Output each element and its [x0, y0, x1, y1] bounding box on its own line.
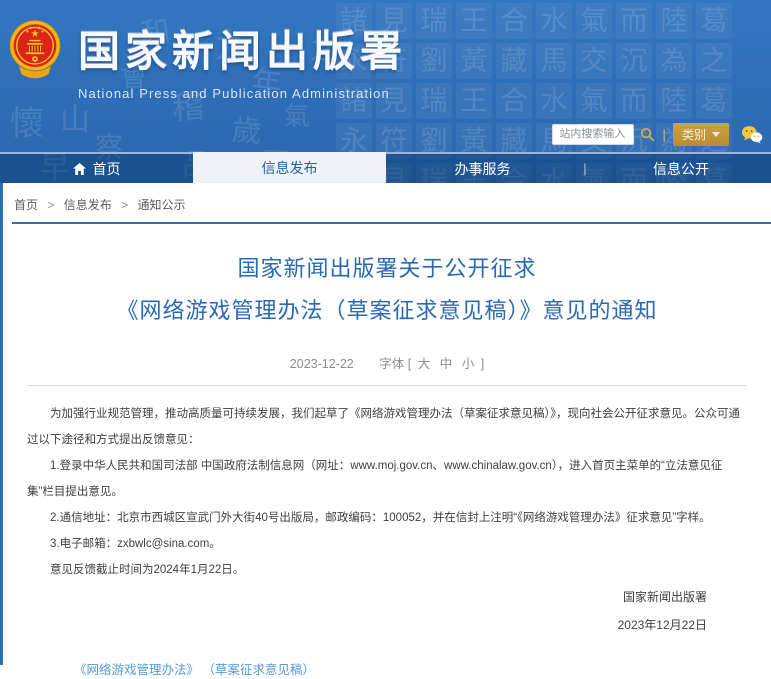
search-bar: | 类别: [552, 122, 763, 146]
paragraph: 3.电子邮箱：zxbwlc@sina.com。: [27, 531, 747, 557]
category-dropdown[interactable]: 类别: [673, 123, 729, 146]
breadcrumb-current-page: 通知公示: [137, 198, 185, 212]
nav-item-info-disclosure[interactable]: 信息公开: [591, 154, 771, 183]
wechat-icon[interactable]: [741, 125, 763, 144]
header-main: 国家新闻出版署 National Press and Publication A…: [0, 0, 771, 152]
national-emblem-icon: [8, 18, 62, 84]
signature-block: 国家新闻出版署 2023年12月22日: [27, 583, 747, 639]
nav-item-label: 办事服务: [455, 159, 511, 179]
meta-rule: [27, 385, 747, 386]
signature-date: 2023年12月22日: [27, 611, 707, 639]
article-body: 为加强行业规范管理，推动高质量可持续发展，我们起草了《网络游戏管理办法（草案征求…: [27, 401, 747, 583]
font-size-bracket-open: [: [408, 357, 411, 371]
font-size-small-button[interactable]: 小: [462, 357, 475, 371]
breadcrumb-separator: >: [121, 198, 128, 212]
breadcrumb-info-release-link[interactable]: 信息发布: [64, 198, 112, 212]
font-size-medium-button[interactable]: 中: [440, 357, 453, 371]
nav-item-label: 信息发布: [262, 158, 318, 178]
signature-org: 国家新闻出版署: [27, 583, 707, 611]
home-icon: [73, 163, 86, 175]
paragraph: 意见反馈截止时间为2024年1月22日。: [27, 557, 747, 583]
main-nav: 首页 信息发布 办事服务 | 信息公开: [0, 152, 771, 183]
paragraph: 2.通信地址：北京市西城区宣武门外大街40号出版局，邮政编码：100052，并在…: [27, 505, 747, 531]
article: 国家新闻出版署关于公开征求 《网络游戏管理办法（草案征求意见稿）》意见的通知 2…: [3, 248, 771, 679]
breadcrumb-home-link[interactable]: 首页: [14, 198, 38, 212]
attachment-link[interactable]: 《网络游戏管理办法》 （草案征求意见稿）: [74, 659, 315, 678]
content-area: 首页 > 信息发布 > 通知公示 国家新闻出版署关于公开征求 《网络游戏管理办法…: [0, 183, 771, 665]
nav-item-home[interactable]: 首页: [0, 154, 193, 183]
publish-date: 2023-12-22: [290, 357, 354, 371]
breadcrumb-separator: >: [47, 198, 54, 212]
search-divider: |: [662, 126, 666, 142]
category-label: 类别: [682, 126, 706, 143]
font-size-label: 字体: [379, 357, 404, 371]
site-header: 諸見瑞王合水氣而陸葛永符劉黃藏馬交沉為之諸見瑞王合水氣而陸葛永符劉黃藏馬交沉為之…: [0, 0, 771, 183]
search-input[interactable]: [552, 124, 634, 145]
article-meta: 2023-12-22 字体 [ 大 中 小 ]: [27, 353, 747, 372]
breadcrumb-rule: [12, 222, 771, 224]
brand: 国家新闻出版署 National Press and Publication A…: [78, 18, 407, 101]
font-size-bracket-close: ]: [481, 357, 484, 371]
article-title-line1: 国家新闻出版署关于公开征求: [237, 256, 536, 281]
nav-item-info-release[interactable]: 信息发布: [193, 152, 386, 183]
nav-item-services[interactable]: 办事服务: [386, 154, 579, 183]
search-icon[interactable]: [640, 127, 655, 142]
breadcrumb: 首页 > 信息发布 > 通知公示: [3, 183, 771, 222]
nav-separator: |: [579, 154, 591, 183]
article-title-line2: 《网络游戏管理办法（草案征求意见稿）》意见的通知: [116, 298, 657, 323]
paragraph: 1.登录中华人民共和国司法部 中国政府法制信息网（网址：www.moj.gov.…: [27, 453, 747, 505]
site-subtitle: National Press and Publication Administr…: [78, 86, 407, 101]
site-title: 国家新闻出版署: [78, 18, 407, 79]
chevron-down-icon: [712, 132, 720, 137]
article-title: 国家新闻出版署关于公开征求 《网络游戏管理办法（草案征求意见稿）》意见的通知: [27, 248, 747, 332]
font-size-large-button[interactable]: 大: [418, 357, 431, 371]
nav-item-label: 首页: [93, 159, 121, 179]
nav-item-label: 信息公开: [653, 159, 709, 179]
paragraph: 为加强行业规范管理，推动高质量可持续发展，我们起草了《网络游戏管理办法（草案征求…: [27, 401, 747, 453]
